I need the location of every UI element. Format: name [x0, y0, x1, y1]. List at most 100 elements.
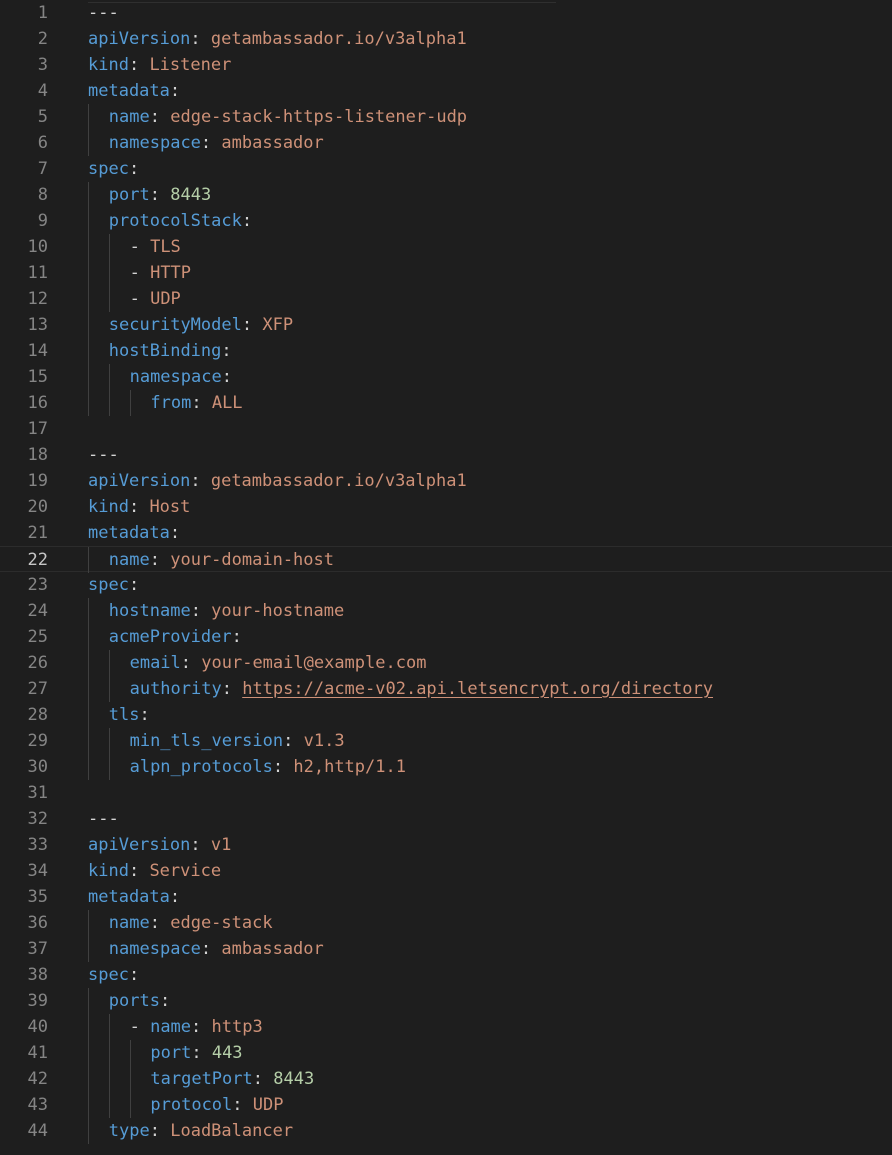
line-number: 7: [37, 159, 48, 179]
line-number: 13: [27, 315, 48, 335]
code-line[interactable]: 1 ---: [0, 0, 892, 26]
line-code: acmeProvider:: [109, 624, 242, 650]
line-code: namespace: ambassador: [109, 936, 324, 962]
code-line[interactable]: 24 hostname: your-hostname: [0, 598, 892, 624]
line-code: namespace: ambassador: [109, 130, 324, 156]
yaml-key: spec: [88, 575, 129, 595]
yaml-colon: :: [128, 861, 150, 881]
indent-guide: [88, 676, 89, 702]
line-number: 2: [37, 29, 48, 49]
code-line[interactable]: 19 apiVersion: getambassador.io/v3alpha1: [0, 468, 892, 494]
line-number: 11: [27, 263, 48, 283]
code-line[interactable]: 27 authority: https://acme-v02.api.letsen…: [0, 676, 892, 702]
code-line[interactable]: 39 ports:: [0, 988, 892, 1014]
yaml-key: min_tls_version: [129, 731, 284, 751]
code-line[interactable]: 8 port: 8443: [0, 182, 892, 208]
code-line[interactable]: 37 namespace: ambassador: [0, 936, 892, 962]
yaml-dash: -: [129, 237, 151, 257]
code-line[interactable]: 5 name: edge-stack-https-listener-udp: [0, 104, 892, 130]
line-number: 40: [27, 1017, 48, 1037]
line-code: metadata:: [88, 884, 180, 910]
code-line[interactable]: 16 from: ALL: [0, 390, 892, 416]
yaml-colon: :: [139, 705, 150, 725]
code-line[interactable]: 2 apiVersion: getambassador.io/v3alpha1: [0, 26, 892, 52]
code-line[interactable]: 18 ---: [0, 442, 892, 468]
indent-guide: [88, 910, 89, 936]
line-number: 22: [27, 550, 48, 570]
code-line[interactable]: 11 - HTTP: [0, 260, 892, 286]
line-code: port: 8443: [109, 182, 211, 208]
line-code: spec:: [88, 962, 139, 988]
code-line[interactable]: 34 kind: Service: [0, 858, 892, 884]
yaml-colon: :: [191, 393, 212, 413]
yaml-value: ALL: [211, 393, 243, 413]
line-number: 18: [27, 445, 48, 465]
line-number: 24: [27, 601, 48, 621]
line-number: 12: [27, 289, 48, 309]
code-line[interactable]: 29 min_tls_version: v1.3: [0, 728, 892, 754]
line-number: 44: [27, 1121, 48, 1141]
code-line[interactable]: 33 apiVersion: v1: [0, 832, 892, 858]
code-line[interactable]: 4 metadata:: [0, 78, 892, 104]
code-line[interactable]: 9 protocolStack:: [0, 208, 892, 234]
yaml-colon: :: [231, 627, 242, 647]
code-line[interactable]: 38 spec:: [0, 962, 892, 988]
code-line[interactable]: 41 port: 443: [0, 1040, 892, 1066]
code-line[interactable]: 30 alpn_protocols: h2,http/1.1: [0, 754, 892, 780]
code-line[interactable]: 31: [0, 780, 892, 806]
code-line[interactable]: 28 tls:: [0, 702, 892, 728]
yaml-value: your-domain-host: [170, 550, 334, 570]
line-code: namespace:: [130, 364, 232, 390]
code-line[interactable]: 35 metadata:: [0, 884, 892, 910]
yaml-key: ports: [108, 991, 160, 1011]
url-link[interactable]: https://acme-v02.api.letsencrypt.org/dir…: [242, 679, 713, 699]
code-line[interactable]: 10 - TLS: [0, 234, 892, 260]
yaml-value: UDP: [252, 1095, 284, 1115]
code-line[interactable]: 25 acmeProvider:: [0, 624, 892, 650]
line-number: 25: [27, 627, 48, 647]
code-line[interactable]: 32 ---: [0, 806, 892, 832]
line-number: 28: [27, 705, 48, 725]
yaml-key: name: [108, 550, 150, 570]
code-line[interactable]: 43 protocol: UDP: [0, 1092, 892, 1118]
indent-guide: [129, 1092, 131, 1118]
indent-guide: [88, 547, 89, 573]
code-line[interactable]: 23 spec:: [0, 572, 892, 598]
yaml-key: metadata: [88, 887, 170, 907]
code-line[interactable]: 44 type: LoadBalancer: [0, 1118, 892, 1144]
line-number: 20: [27, 497, 48, 517]
code-line[interactable]: 40 - name: http3: [0, 1014, 892, 1040]
line-code: min_tls_version: v1.3: [130, 728, 345, 754]
indent-guide: [88, 182, 89, 208]
code-line-current[interactable]: 22 name: your-domain-host: [0, 546, 892, 573]
code-line[interactable]: 15 namespace:: [0, 364, 892, 390]
indent-guide: [88, 130, 89, 156]
code-line[interactable]: 26 email: your-email@example.com: [0, 650, 892, 676]
yaml-key: apiVersion: [88, 29, 191, 49]
indent-guide: [108, 260, 110, 286]
line-code: tls:: [109, 702, 150, 728]
code-line[interactable]: 12 - UDP: [0, 286, 892, 312]
code-line[interactable]: 20 kind: Host: [0, 494, 892, 520]
indent-guide: [108, 650, 110, 676]
code-editor[interactable]: 1 --- 2 apiVersion: getambassador.io/v3alph…: [0, 0, 892, 1155]
indent-guide: [88, 754, 89, 780]
indent-guide: [88, 208, 89, 234]
code-line[interactable]: 14 hostBinding:: [0, 338, 892, 364]
code-line[interactable]: 6 namespace: ambassador: [0, 130, 892, 156]
code-line[interactable]: 7 spec:: [0, 156, 892, 182]
line-number: 15: [27, 367, 48, 387]
yaml-dash: ---: [88, 809, 119, 829]
line-number: 9: [37, 211, 48, 231]
line-code: hostBinding:: [109, 338, 232, 364]
yaml-value: ambassador: [221, 133, 324, 153]
code-line[interactable]: 42 targetPort: 8443: [0, 1066, 892, 1092]
line-number: 33: [27, 835, 48, 855]
code-line[interactable]: 13 securityModel: XFP: [0, 312, 892, 338]
code-line[interactable]: 36 name: edge-stack: [0, 910, 892, 936]
code-line[interactable]: 3 kind: Listener: [0, 52, 892, 78]
code-line[interactable]: 17: [0, 416, 892, 442]
yaml-value: v1.3: [303, 731, 345, 751]
yaml-key: name: [108, 107, 150, 127]
code-line[interactable]: 21 metadata:: [0, 520, 892, 546]
